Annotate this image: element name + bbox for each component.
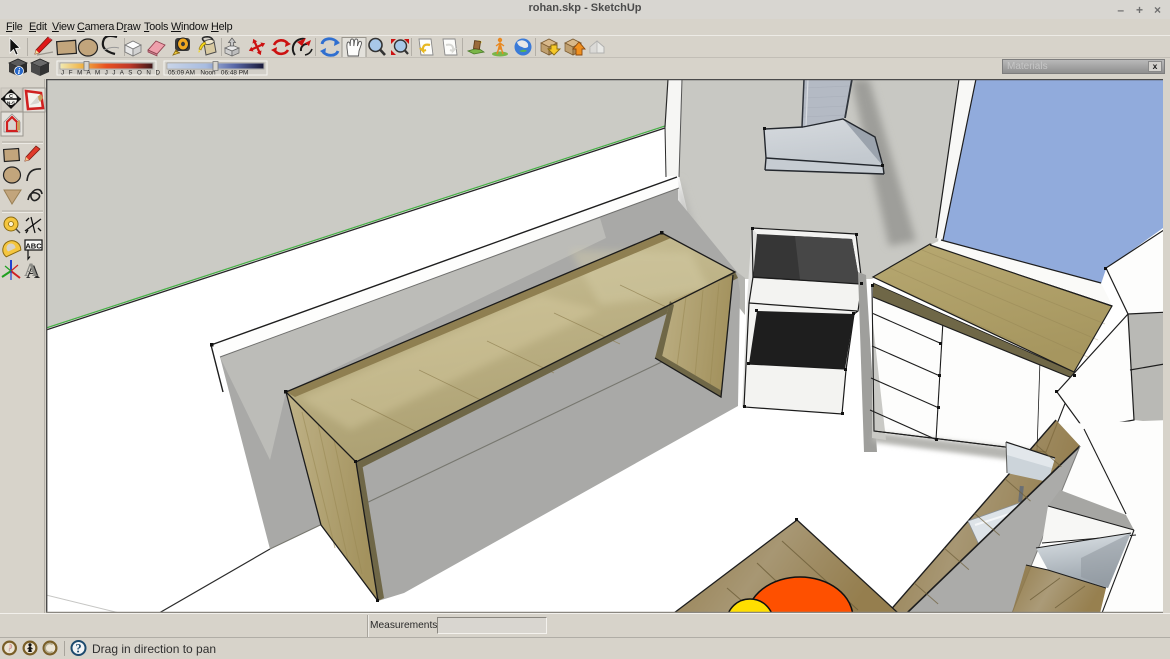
svg-text:A: A — [24, 260, 38, 281]
svg-text:C: C — [9, 94, 13, 100]
svg-text:?: ? — [75, 642, 81, 656]
svg-text:N-S: N-S — [7, 101, 16, 107]
svg-text:05:09 AM Noon 06:48 PM: 05:09 AM Noon 06:48 PM — [168, 70, 248, 77]
svg-text:J F M A M J J A S O N D: J F M A M J J A S O N D — [61, 70, 161, 77]
svg-text:ABC: ABC — [25, 242, 42, 251]
